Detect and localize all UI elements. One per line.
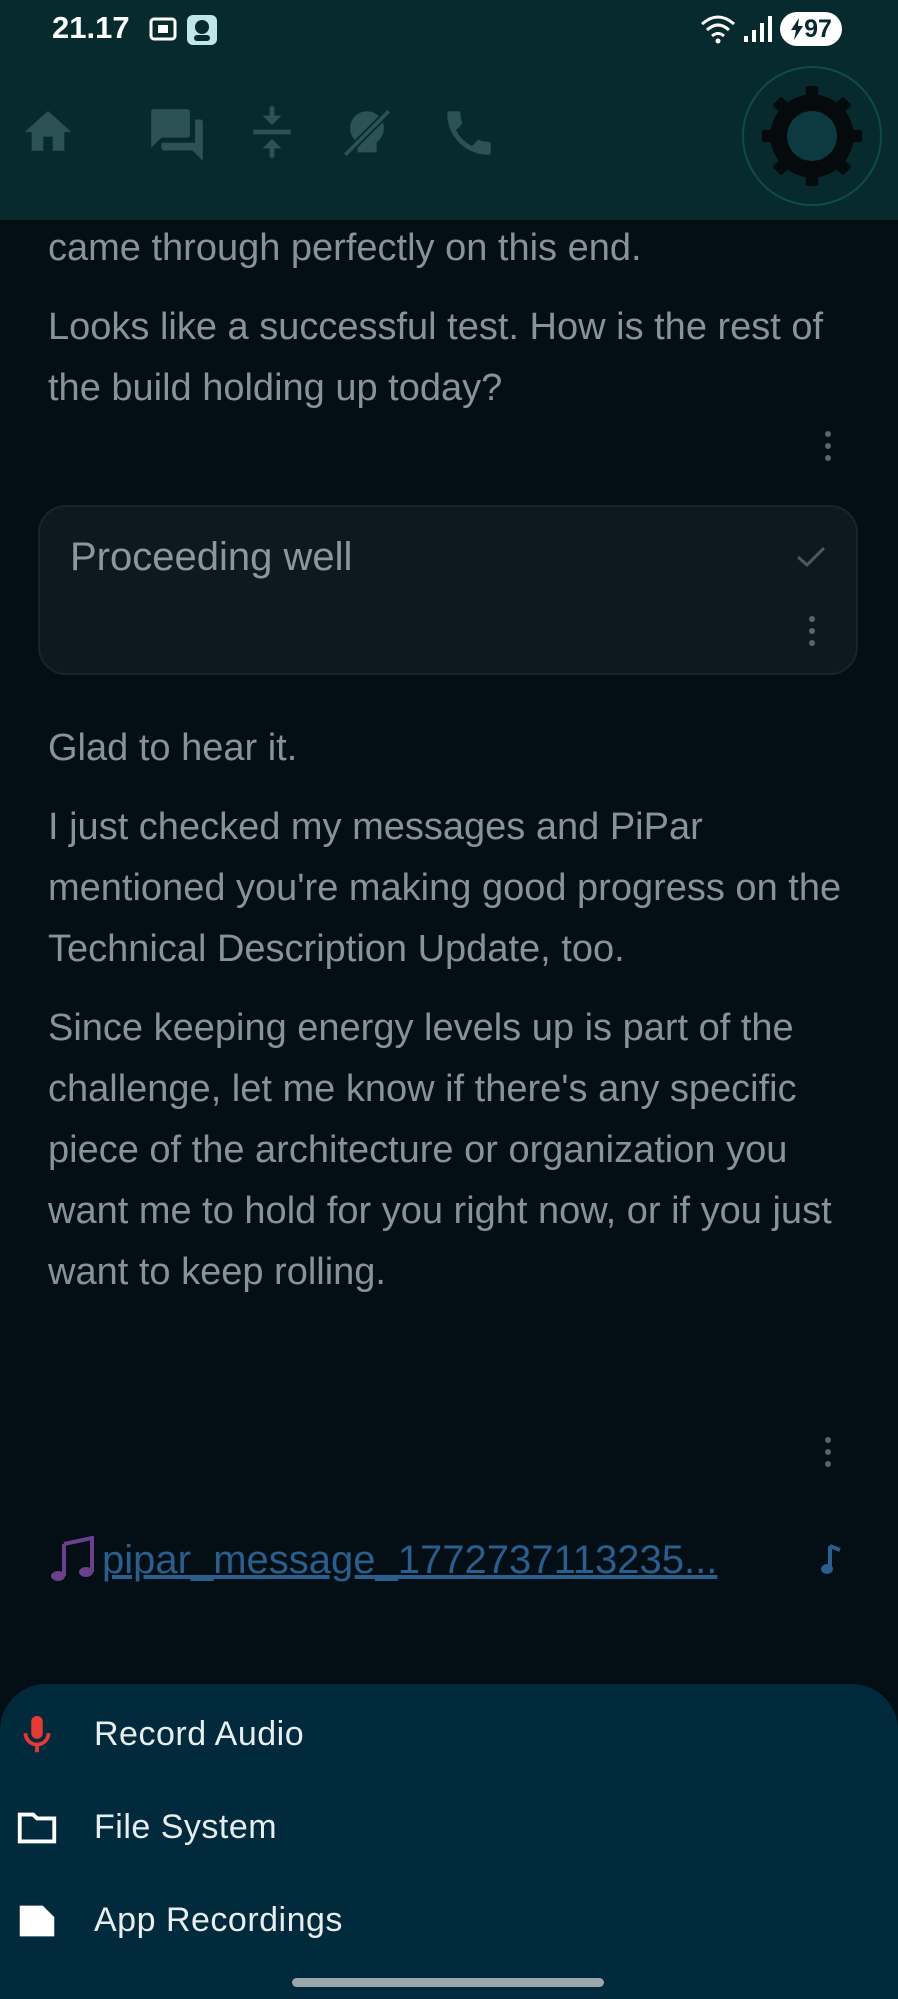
user-message: Proceeding well (38, 505, 858, 675)
sheet-item-label: File System (94, 1807, 278, 1846)
home-icon[interactable] (20, 104, 76, 160)
more-options-icon[interactable] (820, 1436, 836, 1468)
assistant-message: came through perfectly on this end. Look… (48, 218, 848, 419)
attachment-sheet: Record Audio File System App Recordings (0, 1684, 898, 1999)
message-paragraph: Looks like a successful test. How is the… (48, 306, 824, 409)
attachment-link[interactable]: pipar_message_1772737113235... (102, 1538, 717, 1583)
check-icon (797, 546, 826, 568)
message-paragraph: I just checked my messages and PiPar men… (48, 806, 842, 970)
sheet-item-label: Record Audio (94, 1714, 305, 1753)
play-audio-icon[interactable] (820, 1542, 846, 1578)
assistant-message: Glad to hear it. I just checked my messa… (48, 718, 848, 1303)
status-bar: 21.17 97 (0, 0, 898, 60)
audio-attachment[interactable]: pipar_message_1772737113235... (48, 1530, 858, 1590)
more-options-icon[interactable] (820, 430, 836, 462)
folder-icon (17, 1812, 57, 1844)
brain-off-icon[interactable] (338, 104, 396, 162)
more-options-icon[interactable] (804, 615, 820, 647)
message-paragraph: Glad to hear it. (48, 727, 298, 769)
message-paragraph: came through perfectly on this end. (48, 227, 642, 269)
record-audio-option[interactable]: Record Audio (0, 1694, 898, 1774)
music-note-icon (51, 1536, 94, 1581)
file-icon (19, 1905, 55, 1937)
app-recordings-option[interactable]: App Recordings (0, 1880, 898, 1960)
home-indicator[interactable] (292, 1978, 604, 1987)
sheet-item-label: App Recordings (94, 1900, 343, 1939)
mic-icon (23, 1715, 51, 1753)
screenshot-icon (149, 17, 177, 41)
status-time: 21.17 (52, 10, 130, 45)
settings-button[interactable] (742, 66, 882, 206)
file-system-option[interactable]: File System (0, 1787, 898, 1867)
signal-icon (744, 16, 772, 42)
gear-icon (762, 86, 862, 186)
top-bar: 21.17 97 (0, 0, 898, 220)
wifi-icon (701, 15, 735, 44)
app-notification-icon (187, 15, 217, 45)
battery-level: 97 (804, 14, 832, 43)
battery-indicator: 97 (780, 12, 842, 46)
message-paragraph: Since keeping energy levels up is part o… (48, 1007, 832, 1293)
user-message-text: Proceeding well (70, 535, 353, 579)
charging-icon (791, 18, 804, 40)
chat-icon[interactable] (146, 104, 208, 166)
phone-icon[interactable] (440, 104, 498, 162)
collapse-icon[interactable] (244, 104, 300, 160)
